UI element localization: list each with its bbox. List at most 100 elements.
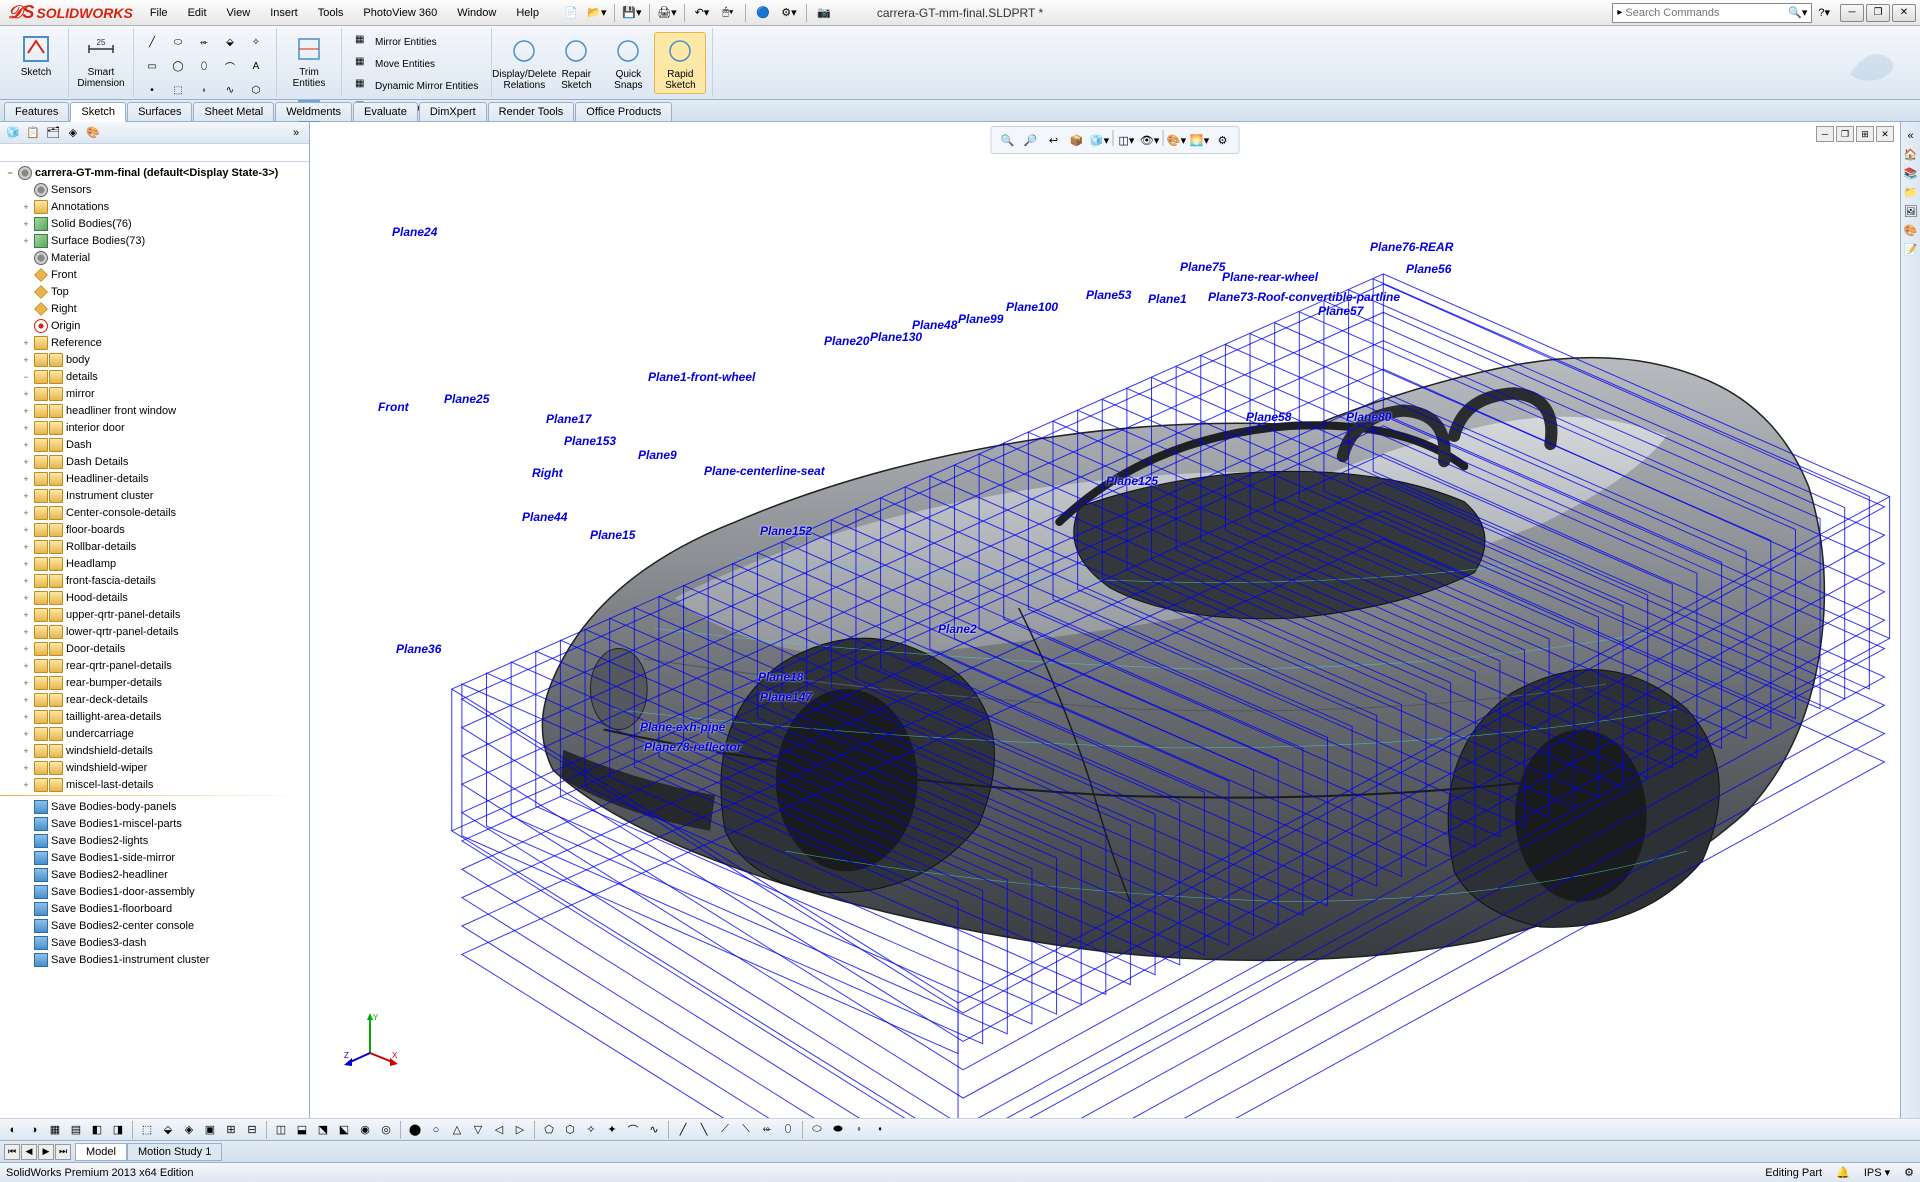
tree-folder-rear-qrtr-panel-details[interactable]: +rear-qrtr-panel-details — [0, 657, 309, 674]
move-entities-button[interactable]: ▦Move Entities — [350, 54, 483, 74]
toolbar-btn-21[interactable]: ▽ — [469, 1121, 487, 1139]
tree-save-save-bodies1-door-assembly[interactable]: Save Bodies1-door-assembly — [0, 883, 309, 900]
tree-node-top[interactable]: Top — [0, 283, 309, 300]
tree-save-save-bodies-body-panels[interactable]: Save Bodies-body-panels — [0, 798, 309, 815]
feature-tree-body[interactable]: − carrera-GT-mm-final (default<Display S… — [0, 162, 309, 1118]
menu-help[interactable]: Help — [507, 3, 548, 23]
sketch-tool-2[interactable]: ⬰ — [194, 32, 214, 52]
sketch-tool-12[interactable]: ⬫ — [194, 80, 214, 100]
search-commands-box[interactable]: ▸ 🔍▾ — [1612, 3, 1812, 23]
sketch-tool-3[interactable]: ⬙ — [220, 32, 240, 52]
plane-label[interactable]: Plane100 — [1006, 300, 1058, 314]
tree-folder-body[interactable]: +body — [0, 351, 309, 368]
plane-label[interactable]: Plane1-front-wheel — [648, 370, 755, 384]
screen-capture-button[interactable]: 📷 — [813, 2, 835, 24]
open-button[interactable]: 📂▾ — [586, 2, 608, 24]
tree-folder-miscel-last-details[interactable]: +miscel-last-details — [0, 776, 309, 793]
toolbar-btn-39[interactable]: ⬪ — [871, 1121, 889, 1139]
mdi-minimize-button[interactable]: ─ — [1816, 126, 1834, 142]
sketch-tool-11[interactable]: ⬚ — [168, 80, 188, 100]
quick-snaps-button[interactable]: Quick Snaps — [602, 32, 654, 94]
toolbar-btn-30[interactable]: ╱ — [674, 1121, 692, 1139]
plane-label[interactable]: Plane-rear-wheel — [1222, 270, 1318, 284]
tree-folder-door-details[interactable]: +Door-details — [0, 640, 309, 657]
tree-save-save-bodies2-headliner[interactable]: Save Bodies2-headliner — [0, 866, 309, 883]
tree-node-origin[interactable]: Origin — [0, 317, 309, 334]
menu-edit[interactable]: Edit — [179, 3, 216, 23]
tab-dimxpert[interactable]: DimXpert — [419, 102, 487, 121]
sketch-tool-8[interactable]: ⌒ — [220, 56, 240, 76]
tree-node-front[interactable]: Front — [0, 266, 309, 283]
toolbar-btn-22[interactable]: ◁ — [490, 1121, 508, 1139]
toolbar-btn-32[interactable]: ⟋ — [716, 1121, 734, 1139]
display-style-icon[interactable]: ◫▾ — [1117, 130, 1137, 150]
search-icon[interactable]: 🔍▾ — [1788, 6, 1807, 19]
toolbar-btn-0[interactable]: ◐ — [4, 1121, 22, 1139]
toolbar-btn-11[interactable]: ⊟ — [243, 1121, 261, 1139]
repair-sketch-button[interactable]: Repair Sketch — [550, 32, 602, 94]
tab-weldments[interactable]: Weldments — [275, 102, 352, 121]
tree-folder-undercarriage[interactable]: +undercarriage — [0, 725, 309, 742]
plane-label[interactable]: Plane20 — [824, 334, 869, 348]
tree-node-surface-bodies-73-[interactable]: +Surface Bodies(73) — [0, 232, 309, 249]
tree-folder-floor-boards[interactable]: +floor-boards — [0, 521, 309, 538]
plane-label[interactable]: Plane18 — [758, 670, 803, 684]
feature-manager-tab[interactable]: 🧊 — [4, 124, 22, 142]
sketch-tool-1[interactable]: ⬭ — [168, 32, 188, 52]
tree-folder-headlamp[interactable]: +Headlamp — [0, 555, 309, 572]
sketch-button[interactable]: Sketch — [10, 30, 62, 81]
restore-button[interactable]: ❐ — [1866, 4, 1890, 22]
tree-save-save-bodies3-dash[interactable]: Save Bodies3-dash — [0, 934, 309, 951]
status-rebuild-icon[interactable]: 🔔 — [1836, 1166, 1850, 1179]
toolbar-btn-24[interactable]: ⬠ — [540, 1121, 558, 1139]
tree-folder-mirror[interactable]: +mirror — [0, 385, 309, 402]
plane-label[interactable]: Plane78-reflector — [644, 740, 741, 754]
toolbar-btn-7[interactable]: ⬙ — [159, 1121, 177, 1139]
status-units[interactable]: IPS ▾ — [1864, 1166, 1890, 1179]
tree-folder-headliner-details[interactable]: +Headliner-details — [0, 470, 309, 487]
appearances-icon[interactable]: 🎨 — [1904, 224, 1918, 237]
mdi-close-button[interactable]: ✕ — [1876, 126, 1894, 142]
status-custom-icon[interactable]: ⚙ — [1904, 1166, 1914, 1179]
toolbar-btn-14[interactable]: ⬔ — [314, 1121, 332, 1139]
menu-file[interactable]: File — [141, 3, 177, 23]
tree-filter[interactable] — [0, 144, 309, 162]
plane-label[interactable]: Plane48 — [912, 318, 957, 332]
toolbar-btn-15[interactable]: ⬕ — [335, 1121, 353, 1139]
tree-folder-taillight-area-details[interactable]: +taillight-area-details — [0, 708, 309, 725]
tab-next-button[interactable]: ▶ — [38, 1144, 54, 1160]
toolbar-btn-12[interactable]: ◫ — [272, 1121, 290, 1139]
tree-save-save-bodies1-miscel-parts[interactable]: Save Bodies1-miscel-parts — [0, 815, 309, 832]
tree-folder-hood-details[interactable]: +Hood-details — [0, 589, 309, 606]
plane-label[interactable]: Plane15 — [590, 528, 635, 542]
tree-node-annotations[interactable]: +Annotations — [0, 198, 309, 215]
options-button[interactable]: ⚙▾ — [778, 2, 800, 24]
zoom-area-icon[interactable]: 🔎 — [1021, 130, 1041, 150]
apply-scene-icon[interactable]: 🌅▾ — [1190, 130, 1210, 150]
configuration-manager-tab[interactable]: 🗂 — [44, 124, 62, 142]
minimize-button[interactable]: ─ — [1840, 4, 1864, 22]
tree-folder-interior-door[interactable]: +interior door — [0, 419, 309, 436]
toolbar-btn-33[interactable]: ⟍ — [737, 1121, 755, 1139]
tree-folder-front-fascia-details[interactable]: +front-fascia-details — [0, 572, 309, 589]
menu-tools[interactable]: Tools — [309, 3, 353, 23]
menu-photoview-360[interactable]: PhotoView 360 — [354, 3, 446, 23]
tab-render-tools[interactable]: Render Tools — [488, 102, 575, 121]
display-manager-tab[interactable]: 🎨 — [84, 124, 102, 142]
toolbar-btn-13[interactable]: ⬓ — [293, 1121, 311, 1139]
tree-folder-details[interactable]: −details — [0, 368, 309, 385]
tree-folder-rollbar-details[interactable]: +Rollbar-details — [0, 538, 309, 555]
plane-label[interactable]: Plane152 — [760, 524, 812, 538]
toolbar-btn-19[interactable]: ○ — [427, 1121, 445, 1139]
plane-label[interactable]: Plane17 — [546, 412, 591, 426]
rapid-sketch-button[interactable]: Rapid Sketch — [654, 32, 706, 94]
plane-label[interactable]: Plane153 — [564, 434, 616, 448]
tree-folder-dash[interactable]: +Dash — [0, 436, 309, 453]
plane-label[interactable]: Plane125 — [1106, 474, 1158, 488]
tab-sketch[interactable]: Sketch — [70, 102, 126, 122]
orientation-triad[interactable]: Y X Z — [340, 1008, 400, 1068]
tab-sheet-metal[interactable]: Sheet Metal — [193, 102, 274, 121]
tree-node-sensors[interactable]: Sensors — [0, 181, 309, 198]
plane-label[interactable]: Plane9 — [638, 448, 677, 462]
toolbar-btn-18[interactable]: ⬤ — [406, 1121, 424, 1139]
